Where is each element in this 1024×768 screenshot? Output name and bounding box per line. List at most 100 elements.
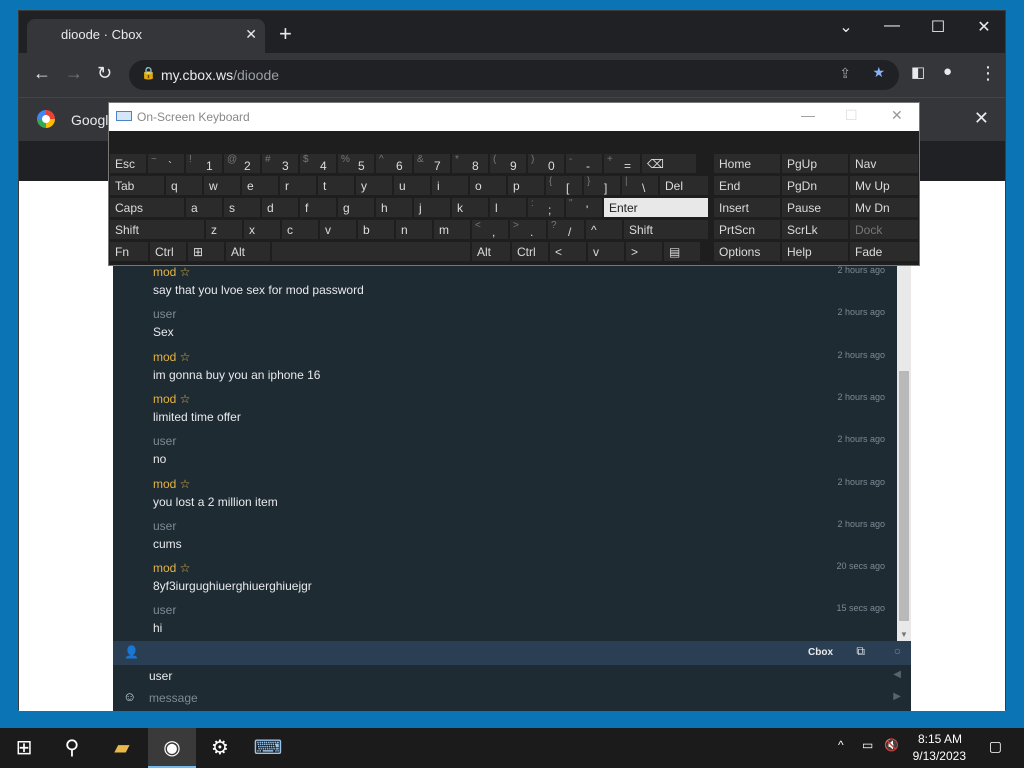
osk-key[interactable]: * 8 (451, 153, 489, 174)
osk-side-key[interactable]: PgDn (781, 175, 849, 196)
scrollbar-thumb[interactable] (899, 371, 909, 621)
menu-icon[interactable]: ⋮ (979, 63, 997, 84)
osk-key[interactable]: m (433, 219, 471, 240)
osk-key[interactable]: -- (565, 153, 603, 174)
osk-key[interactable]: p (507, 175, 545, 196)
osk-key[interactable]: >. (509, 219, 547, 240)
osk-key[interactable]: i (431, 175, 469, 196)
osk-key[interactable]: {[ (545, 175, 583, 196)
osk-side-key[interactable]: Pause (781, 197, 849, 218)
osk-key[interactable]: " ' (565, 197, 603, 218)
close-window-icon[interactable]: ✕ (969, 17, 999, 37)
minimize-icon[interactable]: — (877, 17, 907, 35)
osk-key[interactable]: j (413, 197, 451, 218)
osk-key[interactable]: o (469, 175, 507, 196)
osk-key[interactable]: h (375, 197, 413, 218)
tab-search-icon[interactable]: ⌄ (831, 17, 861, 37)
osk-key[interactable]: Ctrl (149, 241, 187, 262)
osk-side-key[interactable]: Dock (849, 219, 919, 240)
message-author[interactable]: user (153, 434, 893, 448)
osk-taskbar-icon[interactable]: ⌨ (244, 728, 292, 768)
osk-key[interactable]: ▤ (663, 241, 701, 262)
osk-key[interactable]: k (451, 197, 489, 218)
tray-chevron-icon[interactable]: ^ (838, 738, 844, 752)
message-author[interactable]: mod ☆ (153, 392, 893, 406)
osk-key[interactable]: Ctrl (511, 241, 549, 262)
osk-side-key[interactable]: Help (781, 241, 849, 262)
osk-key[interactable]: + = (603, 153, 641, 174)
cbox-brand[interactable]: Cbox (808, 647, 833, 658)
osk-key[interactable]: ⊞ (187, 241, 225, 262)
osk-key[interactable]: t (317, 175, 355, 196)
osk-key[interactable]: (9 (489, 153, 527, 174)
message-author[interactable]: user (153, 307, 893, 321)
osk-key[interactable]: $4 (299, 153, 337, 174)
osk-key[interactable]: ^ 6 (375, 153, 413, 174)
message-author[interactable]: user (153, 519, 893, 533)
tab-close-icon[interactable]: ✕ (245, 26, 257, 43)
osk-key[interactable]: u (393, 175, 431, 196)
osk-key[interactable]: w (203, 175, 241, 196)
osk-key[interactable]: @2 (223, 153, 261, 174)
back-icon[interactable]: ← (33, 63, 51, 84)
forward-icon[interactable]: → (65, 63, 83, 84)
file-explorer-icon[interactable]: ▰ (98, 728, 146, 768)
osk-key[interactable]: Shift (623, 219, 709, 240)
osk-side-key[interactable]: PgUp (781, 153, 849, 174)
osk-key[interactable] (271, 241, 471, 262)
reload-icon[interactable]: ↻ (97, 63, 112, 84)
clock-date[interactable]: 9/13/2023 (886, 749, 966, 763)
osk-key[interactable]: f (299, 197, 337, 218)
osk-key[interactable]: ? / (547, 219, 585, 240)
sound-icon[interactable]: ◀ (893, 669, 901, 680)
notification-icon[interactable]: ▢ (989, 738, 1002, 755)
osk-side-key[interactable]: Home (713, 153, 781, 174)
osk-key[interactable]: n (395, 219, 433, 240)
osk-key[interactable]: g (337, 197, 375, 218)
osk-side-key[interactable]: Mv Dn (849, 197, 919, 218)
address-bar[interactable]: 🔒 my.cbox.ws/dioode ⇪ ★ (129, 60, 899, 90)
osk-key[interactable]: #3 (261, 153, 299, 174)
osk-key[interactable]: & 7 (413, 153, 451, 174)
send-icon[interactable]: ▶ (893, 691, 901, 702)
osk-key[interactable]: v (319, 219, 357, 240)
settings-icon[interactable]: ⚙ (196, 728, 244, 768)
tab-active[interactable]: dioode · Cbox ✕ (27, 19, 265, 53)
osk-key[interactable]: ~ ` (147, 153, 185, 174)
message-author[interactable]: mod ☆ (153, 350, 893, 364)
osk-key[interactable]: < (549, 241, 587, 262)
osk-key[interactable]: q (165, 175, 203, 196)
osk-key[interactable]: v (587, 241, 625, 262)
osk-key[interactable]: r (279, 175, 317, 196)
osk-key[interactable]: Shift (109, 219, 205, 240)
osk-key[interactable]: l (489, 197, 527, 218)
osk-key[interactable]: x (243, 219, 281, 240)
osk-key[interactable]: a (185, 197, 223, 218)
new-tab-icon[interactable]: + (279, 21, 292, 47)
message-author[interactable]: mod ☆ (153, 477, 893, 491)
osk-key[interactable]: ^ (585, 219, 623, 240)
message-author[interactable]: mod ☆ (153, 265, 893, 279)
name-field[interactable]: user (149, 669, 172, 683)
osk-key[interactable]: Esc (109, 153, 147, 174)
osk-side-key[interactable]: Options (713, 241, 781, 262)
osk-key[interactable]: Enter (603, 197, 709, 218)
osk-key[interactable]: Alt (225, 241, 271, 262)
osk-side-key[interactable]: Insert (713, 197, 781, 218)
osk-side-key[interactable]: Nav (849, 153, 919, 174)
osk-key[interactable]: Tab (109, 175, 165, 196)
osk-key[interactable]: % 5 (337, 153, 375, 174)
search-icon[interactable]: ⚲ (48, 728, 96, 768)
osk-side-key[interactable]: Mv Up (849, 175, 919, 196)
osk-key[interactable]: Fn (109, 241, 149, 262)
popout-icon[interactable]: ⧉ (856, 644, 865, 659)
osk-side-key[interactable]: ScrLk (781, 219, 849, 240)
osk-key[interactable]: s (223, 197, 261, 218)
osk-side-key[interactable]: Fade (849, 241, 919, 262)
maximize-icon[interactable]: ☐ (923, 17, 953, 37)
osk-key[interactable]: d (261, 197, 299, 218)
osk-key[interactable]: :; (527, 197, 565, 218)
osk-key[interactable]: | \ (621, 175, 659, 196)
network-icon[interactable]: ▭ (862, 738, 873, 752)
osk-key[interactable]: <, (471, 219, 509, 240)
